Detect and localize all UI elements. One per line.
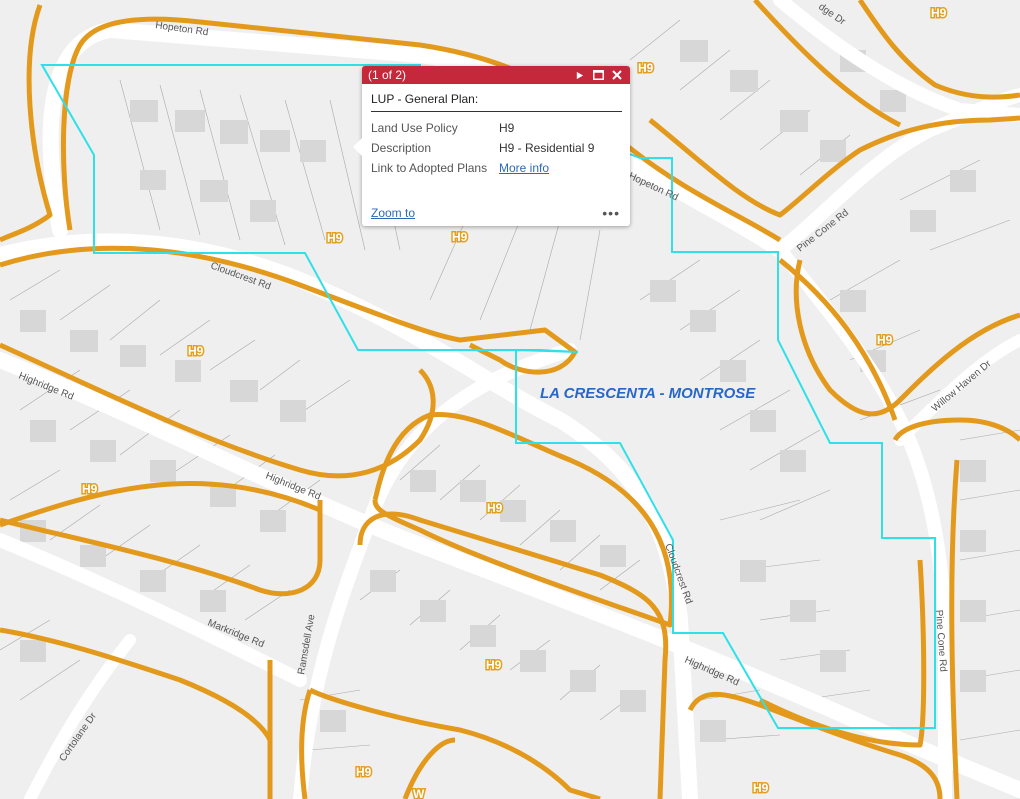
popup-footer: Zoom to ••• (371, 205, 620, 221)
attribute-value: H9 (499, 121, 515, 135)
maximize-icon[interactable] (591, 68, 605, 82)
zone-label: H9 (487, 501, 503, 515)
popup-title: LUP - General Plan: (371, 92, 622, 112)
zone-label: H9 (356, 765, 372, 779)
zone-label: H9 (327, 231, 343, 245)
attribute-row: Land Use Policy H9 (371, 118, 594, 138)
area-label: LA CRESCENTA - MONTROSE (540, 385, 756, 402)
attribute-key: Link to Adopted Plans (371, 161, 488, 175)
popup-attributes: Land Use Policy H9 Description H9 - Resi… (371, 118, 594, 178)
zone-label: H9 (82, 482, 98, 496)
zone-label: H9 (753, 781, 769, 795)
zone-label-partial: W (413, 787, 425, 799)
attribute-value: H9 - Residential 9 (499, 141, 595, 155)
zone-label: H9 (486, 658, 502, 672)
attribute-row: Description H9 - Residential 9 (371, 138, 594, 158)
attribute-key: Description (371, 141, 432, 155)
more-options-icon[interactable]: ••• (602, 205, 620, 221)
play-icon[interactable] (572, 68, 586, 82)
attribute-key: Land Use Policy (371, 121, 458, 135)
zone-label: H9 (452, 230, 468, 244)
popup-pointer (353, 138, 362, 156)
zone-label: H9 (931, 6, 947, 20)
zone-label: H9 (188, 344, 204, 358)
attribute-value: More info (499, 158, 594, 178)
zone-label: H9 (638, 61, 654, 75)
more-info-link[interactable]: More info (499, 161, 549, 175)
close-icon[interactable] (610, 68, 624, 82)
zone-label: H9 (877, 333, 893, 347)
attribute-row: Link to Adopted Plans More info (371, 158, 594, 178)
zoom-to-link[interactable]: Zoom to (371, 206, 415, 220)
popup-header: (1 of 2) (362, 66, 630, 84)
feature-popup[interactable]: (1 of 2) LUP - General Plan: Land Use Po… (353, 66, 630, 226)
popup-feature-count: (1 of 2) (368, 68, 407, 82)
